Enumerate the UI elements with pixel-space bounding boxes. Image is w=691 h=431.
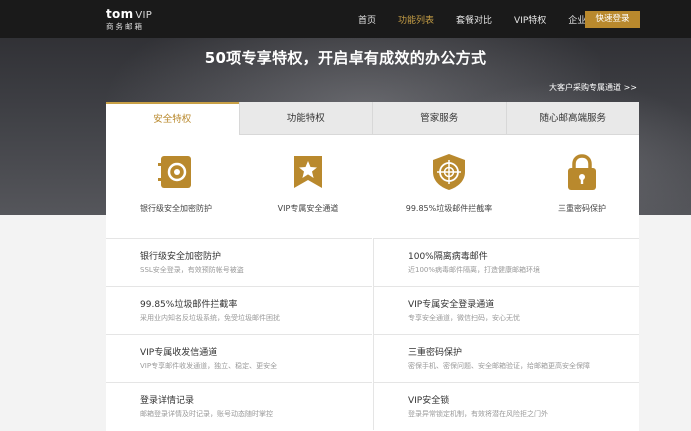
item-description: 采用业内知名反垃圾系统，免受垃圾邮件困扰 — [140, 314, 280, 322]
tab-bar: 安全特权 功能特权 管家服务 随心邮高端服务 — [106, 102, 639, 135]
item-description: 近100%病毒邮件隔离，打造健康邮箱环境 — [408, 266, 541, 274]
feature-icons: 银行级安全加密防护 VIP专属安全通道 99.85%垃圾邮件拦截率 三重密码保护 — [106, 135, 639, 238]
nav-link-features[interactable]: 功能列表 — [398, 13, 434, 26]
nav-link-home[interactable]: 首页 — [358, 13, 376, 26]
item-title: 99.85%垃圾邮件拦截率 — [140, 300, 238, 310]
lock-icon — [562, 152, 602, 192]
item-description: VIP专享邮件收发通道，独立、稳定、更安全 — [140, 362, 278, 370]
item-title: 100%隔离病毒邮件 — [408, 252, 488, 262]
list-item: VIP安全锁 登录异常锁定机制，有效将潜在风险拒之门外 — [373, 382, 639, 430]
item-description: 密保手机、密保问题、安全邮箱验证，给邮箱更高安全保障 — [408, 362, 590, 370]
item-title: VIP专属安全登录通道 — [408, 300, 495, 310]
feature-spam-block[interactable]: 99.85%垃圾邮件拦截率 — [379, 152, 519, 214]
quick-login-button[interactable]: 快速登录 — [585, 11, 640, 28]
item-description: 邮箱登录详情及时记录，账号动态随时掌控 — [140, 410, 273, 418]
tab-functions[interactable]: 功能特权 — [238, 102, 372, 135]
feature-triple-password[interactable]: 三重密码保护 — [512, 152, 652, 214]
feature-vip-channel[interactable]: VIP专属安全通道 — [238, 152, 378, 214]
safe-icon — [156, 152, 196, 192]
feature-label: 三重密码保护 — [558, 204, 606, 213]
logo-text: tom VIP — [106, 8, 152, 22]
list-item: 三重密码保护 密保手机、密保问题、安全邮箱验证，给邮箱更高安全保障 — [373, 334, 639, 382]
item-title: 银行级安全加密防护 — [140, 252, 222, 262]
list-item: 99.85%垃圾邮件拦截率 采用业内知名反垃圾系统，免受垃圾邮件困扰 — [106, 286, 372, 334]
item-description: SSL安全登录，有效预防帐号被盗 — [140, 266, 244, 274]
feature-label: 99.85%垃圾邮件拦截率 — [405, 204, 493, 213]
item-title: 登录详情记录 — [140, 396, 195, 406]
feature-label: 银行级安全加密防护 — [140, 204, 212, 213]
list-item: VIP专属安全登录通道 专享安全通道，微信扫码，安心无忧 — [373, 286, 639, 334]
tab-butler-service[interactable]: 管家服务 — [372, 102, 506, 135]
list-item: VIP专属收发信通道 VIP专享邮件收发通道，独立、稳定、更安全 — [106, 334, 372, 382]
shield-target-icon — [429, 152, 469, 192]
feature-label: VIP专属安全通道 — [277, 204, 339, 213]
list-item: 银行级安全加密防护 SSL安全登录，有效预防帐号被盗 — [106, 238, 372, 286]
item-description: 专享安全通道，微信扫码，安心无忧 — [408, 314, 520, 322]
item-title: 三重密码保护 — [408, 348, 463, 358]
nav-link-vip[interactable]: VIP特权 — [514, 13, 546, 26]
star-ribbon-icon — [288, 152, 328, 192]
list-item: 登录详情记录 邮箱登录详情及时记录，账号动态随时掌控 — [106, 382, 372, 430]
tab-security[interactable]: 安全特权 — [106, 102, 239, 135]
feature-panel: 安全特权 功能特权 管家服务 随心邮高端服务 银行级安全加密防护 VIP专属安全… — [106, 102, 639, 431]
logo-subtitle: 商务邮箱 — [106, 22, 144, 31]
logo[interactable]: tom VIP 商务邮箱 — [106, 8, 152, 31]
logo-vip: VIP — [135, 10, 153, 21]
item-description: 登录异常锁定机制，有效将潜在风险拒之门外 — [408, 410, 548, 418]
item-title: VIP安全锁 — [408, 396, 450, 406]
tab-premium-service[interactable]: 随心邮高端服务 — [505, 102, 639, 135]
page-headline: 50项专享特权，开启卓有成效的办公方式 — [204, 49, 487, 67]
feature-bank-encryption[interactable]: 银行级安全加密防护 — [106, 152, 246, 214]
logo-brand: tom — [106, 7, 134, 21]
nav-link-plans[interactable]: 套餐对比 — [456, 13, 492, 26]
top-nav: tomVIP 商务邮箱 首页 功能列表 套餐对比 VIP特权 企业采购 快速登录 — [0, 0, 691, 38]
item-title: VIP专属收发信通道 — [140, 348, 218, 358]
list-item: 100%隔离病毒邮件 近100%病毒邮件隔离，打造健康邮箱环境 — [373, 238, 639, 286]
enterprise-purchase-link[interactable]: 大客户采购专属通道 >> — [549, 82, 637, 93]
